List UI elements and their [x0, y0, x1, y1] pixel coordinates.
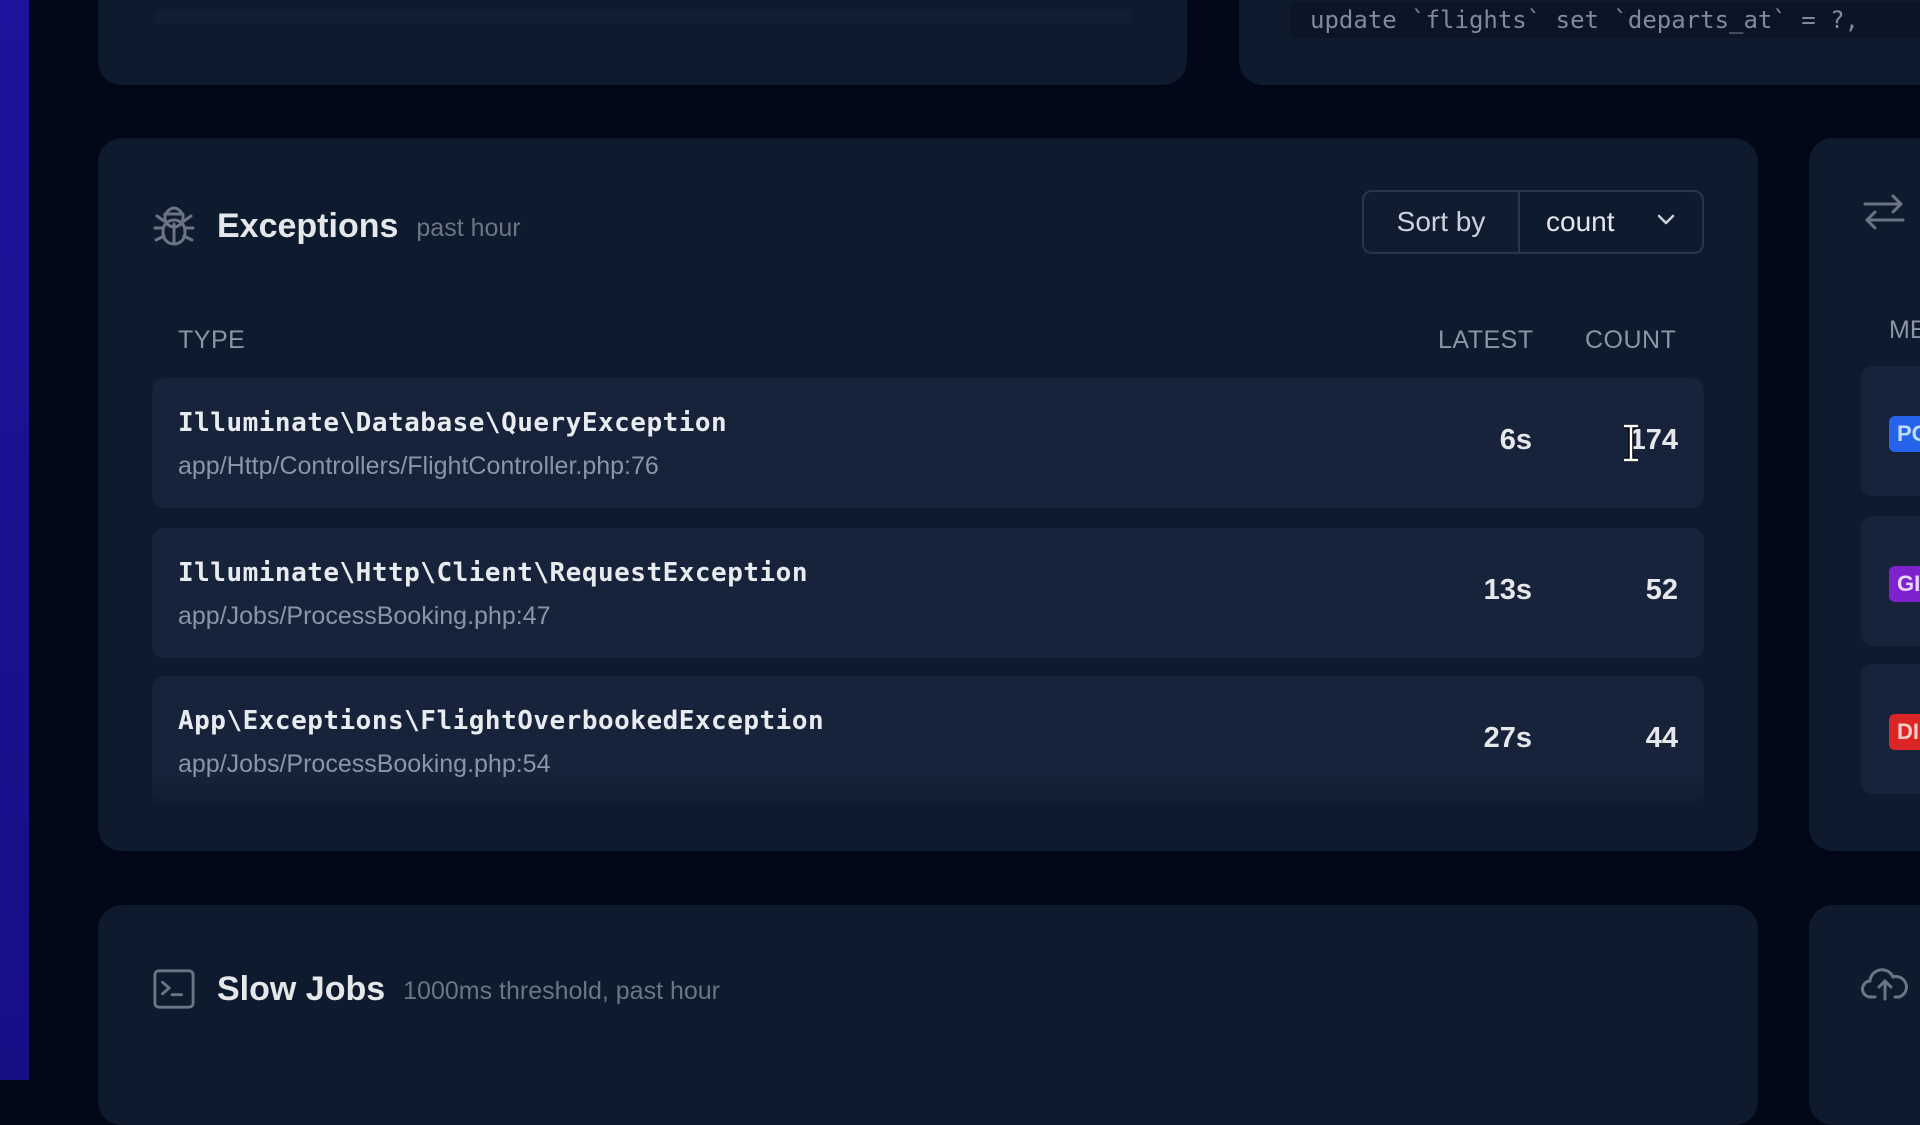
exceptions-header: Exceptions past hour [153, 196, 521, 256]
sort-select-value: count [1546, 206, 1615, 237]
method-badge: GI [1889, 566, 1920, 602]
exception-latest: 27s [1483, 722, 1532, 754]
exceptions-title: Exceptions [217, 206, 399, 245]
exception-type: Illuminate\Database\QueryException [178, 408, 728, 438]
exceptions-period: past hour [416, 213, 521, 242]
placeholder-bar [153, 10, 1133, 24]
sort-by-label: Sort by [1364, 192, 1520, 252]
slow-jobs-card: Slow Jobs 1000ms threshold, past hour [98, 905, 1758, 1125]
request-row[interactable]: PO [1861, 366, 1920, 496]
slow-jobs-title: Slow Jobs [217, 969, 386, 1008]
bottom-right-card [1809, 905, 1920, 1125]
column-header-count: COUNT [1585, 326, 1677, 354]
exception-row[interactable]: Illuminate\Database\QueryException app/H… [152, 378, 1704, 508]
exception-type: App\Exceptions\FlightOverbookedException [178, 706, 825, 736]
text-cursor-icon [1622, 423, 1640, 463]
exception-location: app/Jobs/ProcessBooking.php:47 [178, 602, 551, 630]
column-header-latest: LATEST [1438, 326, 1534, 354]
sort-select[interactable]: count [1520, 192, 1702, 252]
requests-card: ME PO GI DI [1809, 138, 1920, 851]
exception-row[interactable]: Illuminate\Http\Client\RequestException … [152, 528, 1704, 658]
method-badge: PO [1889, 416, 1920, 452]
terminal-icon [153, 965, 195, 1013]
chevron-down-icon [1654, 206, 1678, 238]
left-edge-bar [0, 0, 29, 1080]
bug-icon [153, 202, 195, 250]
method-badge: DI [1889, 714, 1920, 750]
sql-query-snippet[interactable]: update `flights` set `departs_at` = ?, [1290, 2, 1920, 38]
swap-arrows-icon [1861, 190, 1907, 239]
request-row[interactable]: DI [1861, 664, 1920, 794]
sort-control: Sort by count [1362, 190, 1704, 254]
exception-type: Illuminate\Http\Client\RequestException [178, 558, 808, 588]
exception-latest: 13s [1483, 574, 1532, 606]
list-fade-overlay [152, 775, 1704, 815]
exception-count: 52 [1645, 574, 1678, 606]
column-header-method: ME [1889, 316, 1920, 344]
slow-jobs-period: 1000ms threshold, past hour [403, 976, 720, 1005]
slow-queries-card: update `flights` set `departs_at` = ?, [1239, 0, 1920, 85]
exception-latest: 6s [1499, 424, 1532, 456]
request-row[interactable]: GI [1861, 516, 1920, 646]
exception-location: app/Http/Controllers/FlightController.ph… [178, 452, 659, 480]
column-header-type: TYPE [178, 326, 246, 354]
slow-jobs-header: Slow Jobs 1000ms threshold, past hour [153, 959, 720, 1019]
cloud-upload-icon [1861, 963, 1909, 1008]
top-left-card [98, 0, 1187, 85]
exception-count: 44 [1645, 722, 1678, 754]
